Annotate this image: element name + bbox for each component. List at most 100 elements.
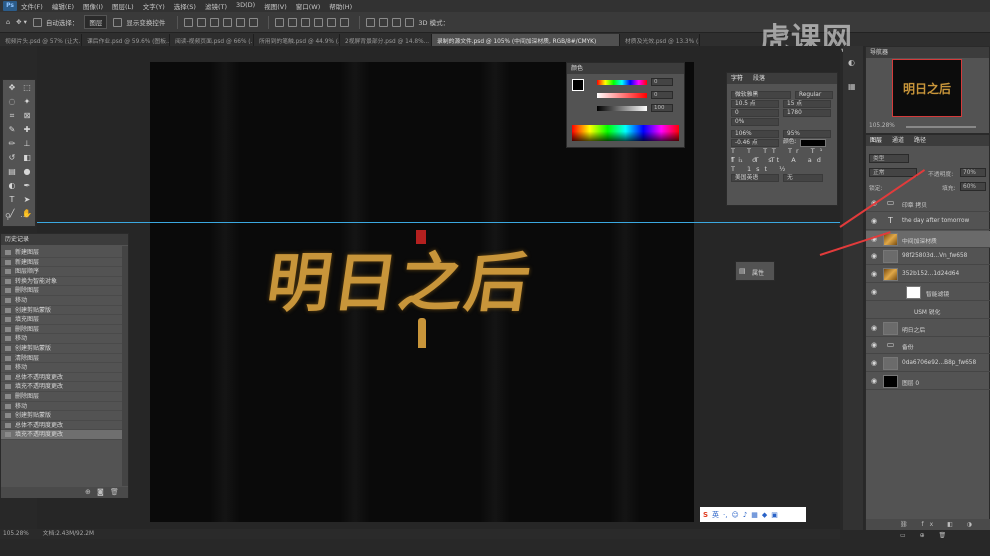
home-icon[interactable]: ⌂ <box>6 18 10 26</box>
distribute-icon[interactable] <box>288 17 298 27</box>
history-item[interactable]: 创建剪贴蒙版 <box>1 306 123 316</box>
saturation-value[interactable]: 0 <box>651 91 673 99</box>
3d-pan-icon[interactable] <box>392 17 402 27</box>
eyedropper-icon[interactable]: ✎ <box>6 124 18 136</box>
align-middle-icon[interactable] <box>197 17 207 27</box>
more-tools-icon[interactable]: ⋯ <box>20 212 28 221</box>
history-item[interactable]: 新建图层 <box>1 248 123 258</box>
visibility-eye-icon[interactable]: ◉ <box>871 289 878 296</box>
tab-layers[interactable]: 图层 <box>870 135 882 146</box>
menu-item[interactable]: 窗口(W) <box>296 1 321 11</box>
align-center-icon[interactable] <box>236 17 246 27</box>
move-tool-icon[interactable]: ✥ <box>6 82 18 94</box>
visibility-eye-icon[interactable]: ◉ <box>871 360 878 367</box>
layer-row[interactable]: ◉ 图层 0 <box>866 373 990 390</box>
pen-tool-icon[interactable]: ✒ <box>21 180 33 192</box>
layer-mode-select[interactable]: 图层 <box>84 15 108 29</box>
layer-row[interactable]: ◉ 98f25803d...Vn_fw658 <box>866 248 990 266</box>
tab-channels[interactable]: 通道 <box>892 135 904 146</box>
history-scrollbar[interactable] <box>122 246 128 486</box>
language-select[interactable]: 美国英语 <box>731 173 779 182</box>
ime-voice-icon[interactable]: ♪ <box>743 511 747 519</box>
font-size-field[interactable]: 10.5 点 <box>731 99 779 108</box>
history-item[interactable]: 新建图层 <box>1 258 123 268</box>
visibility-eye-icon[interactable]: ◉ <box>871 271 878 278</box>
dodge-icon[interactable]: ◐ <box>6 180 18 192</box>
gradient-icon[interactable]: ▤ <box>6 166 18 178</box>
saturation-slider[interactable] <box>597 93 647 98</box>
navigator-zoom-slider[interactable] <box>906 126 976 128</box>
path-select-icon[interactable]: ➤ <box>21 194 33 206</box>
opacity-field[interactable]: 70% <box>960 168 986 177</box>
align-top-icon[interactable] <box>184 17 194 27</box>
scale-field[interactable]: 0% <box>731 117 779 126</box>
ime-punct-icon[interactable]: ·, <box>723 511 727 519</box>
document-tab[interactable]: 所用到的笔触.psd @ 44.9% (... <box>254 34 340 46</box>
horizontal-scale-field[interactable]: 95% <box>783 129 831 138</box>
hue-slider[interactable] <box>597 80 647 85</box>
layer-kind-filter[interactable]: 类型 <box>869 154 909 163</box>
layer-row[interactable]: USM 锐化 <box>866 302 990 319</box>
document-tab[interactable]: 阅读-视频页面.psd @ 66% (... <box>170 34 254 46</box>
guide-line[interactable] <box>37 222 840 223</box>
auto-select-checkbox[interactable] <box>32 17 42 27</box>
move-tool-icon[interactable]: ✥ ▾ <box>16 18 27 26</box>
visibility-eye-icon[interactable]: ◉ <box>871 324 878 331</box>
history-item[interactable]: 删除图层 <box>1 286 123 296</box>
visibility-eye-icon[interactable]: ◉ <box>871 342 878 349</box>
text-color-swatch[interactable] <box>799 138 826 147</box>
menu-item[interactable]: 文件(F) <box>21 1 43 11</box>
tracking-field[interactable]: 1780 <box>783 108 831 117</box>
fill-field[interactable]: 60% <box>960 182 986 191</box>
hue-value[interactable]: 0 <box>651 78 673 86</box>
menu-item[interactable]: 文字(Y) <box>143 1 165 11</box>
distribute-icon[interactable] <box>275 17 285 27</box>
menu-item[interactable]: 帮助(H) <box>329 1 352 11</box>
menu-item[interactable]: 图层(L) <box>112 1 134 11</box>
visibility-eye-icon[interactable]: ◉ <box>871 217 878 224</box>
visibility-eye-icon[interactable]: ◉ <box>871 378 878 385</box>
history-item[interactable]: 清除图层 <box>1 354 123 364</box>
layer-row[interactable]: ◉ Tthe day after tomorrow <box>866 213 990 230</box>
tab-paragraph[interactable]: 段落 <box>753 73 765 84</box>
history-brush-icon[interactable]: ↺ <box>6 152 18 164</box>
ime-skin-icon[interactable]: ◆ <box>762 511 767 519</box>
history-item[interactable]: 转换为智能对象 <box>1 277 123 287</box>
menu-item[interactable]: 3D(D) <box>236 1 255 11</box>
swatches-panel-icon[interactable]: ▦ <box>848 82 856 91</box>
history-item[interactable]: 删除图层 <box>1 392 123 402</box>
leading-field[interactable]: 15 点 <box>783 99 831 108</box>
kerning-field[interactable]: 0 <box>731 108 779 117</box>
menu-item[interactable]: 滤镜(T) <box>205 1 227 11</box>
crop-tool-icon[interactable]: ⌗ <box>6 110 18 122</box>
brightness-value[interactable]: 100 <box>651 104 673 112</box>
antialias-select[interactable]: 无 <box>783 173 823 182</box>
menu-item[interactable]: 图像(I) <box>83 1 103 11</box>
tab-paths[interactable]: 路径 <box>914 135 926 146</box>
healing-icon[interactable]: ✚ <box>21 124 33 136</box>
blur-icon[interactable]: ● <box>21 166 33 178</box>
ime-toolbar[interactable]: S 英 ·, ☺ ♪ ▦ ◆ ▣ <box>700 507 806 522</box>
visibility-eye-icon[interactable]: ◉ <box>871 253 878 260</box>
vertical-scale-field[interactable]: 106% <box>731 129 779 138</box>
3d-rotate-icon[interactable] <box>366 17 376 27</box>
history-item[interactable]: 删除图层 <box>1 325 123 335</box>
3d-roll-icon[interactable] <box>379 17 389 27</box>
navigator-preview[interactable]: 明日之后 <box>892 59 962 117</box>
brightness-slider[interactable] <box>597 106 647 111</box>
layer-row[interactable]: ◉ 智能滤镜 <box>866 284 990 301</box>
distribute-icon[interactable] <box>340 17 350 27</box>
lasso-tool-icon[interactable]: ◌ <box>6 96 18 108</box>
foreground-swatch[interactable] <box>572 79 584 91</box>
history-item[interactable]: 移动 <box>1 402 123 412</box>
tab-character[interactable]: 字符 <box>731 73 743 84</box>
align-right-icon[interactable] <box>249 17 259 27</box>
ime-tools-icon[interactable]: ▣ <box>771 511 778 519</box>
document-tab[interactable]: 材质及光效.psd @ 13.3% (... <box>620 34 700 46</box>
3d-slide-icon[interactable] <box>405 17 415 27</box>
new-snapshot-icon[interactable]: ⊕ <box>85 488 91 496</box>
history-item[interactable]: 移动 <box>1 363 123 373</box>
opentype-buttons[interactable]: fi ơ st A ad T 1st ½ <box>727 156 837 173</box>
history-item[interactable]: 填充不透明度更改 <box>1 430 123 440</box>
history-item[interactable]: 总体不透明度更改 <box>1 373 123 383</box>
